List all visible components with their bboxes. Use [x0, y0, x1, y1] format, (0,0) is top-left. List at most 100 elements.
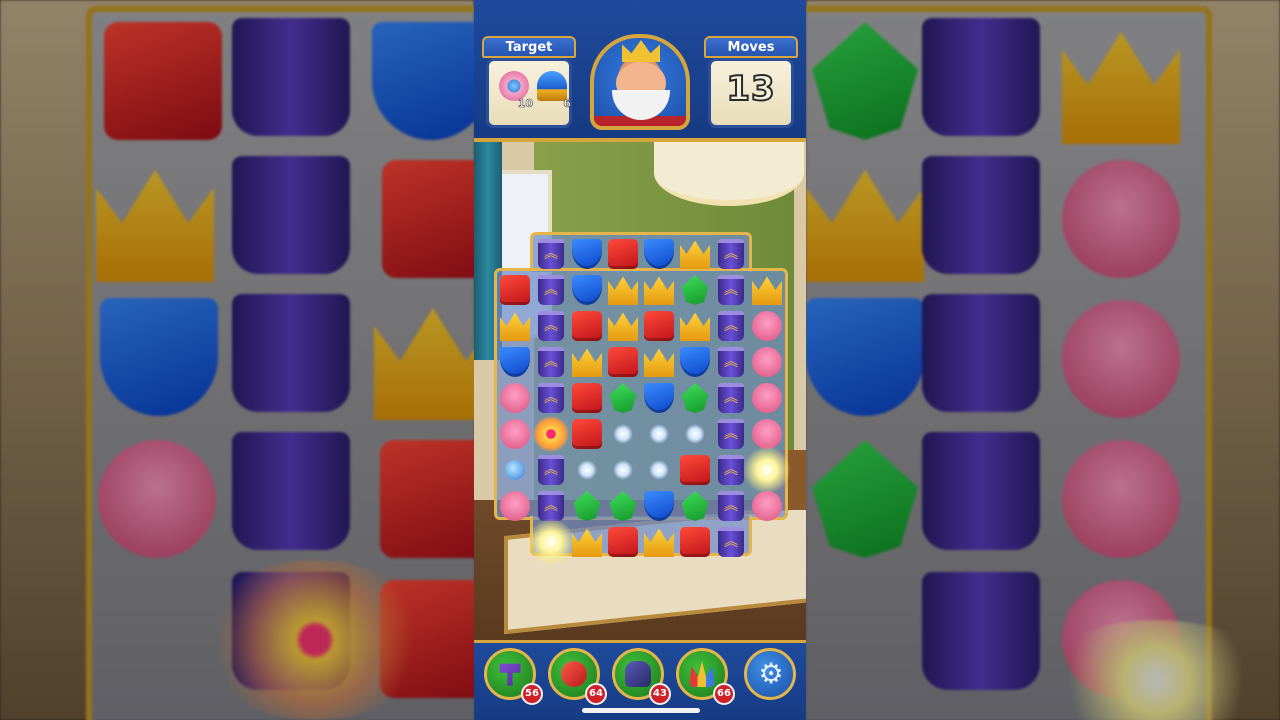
board-cell[interactable]	[713, 380, 749, 416]
bg-red-block	[382, 160, 474, 278]
board-cell[interactable]	[569, 452, 605, 488]
home-indicator[interactable]	[582, 708, 700, 713]
board-cell[interactable]	[641, 308, 677, 344]
board-cell[interactable]	[605, 488, 641, 524]
board-cell[interactable]	[641, 236, 677, 272]
board-cell[interactable]	[713, 416, 749, 452]
target-count-2: 6	[563, 97, 571, 111]
jester-hat-booster-icon	[689, 661, 715, 687]
cannon-booster-icon	[625, 661, 651, 687]
board-cell[interactable]	[743, 446, 791, 494]
moves-box: 13	[708, 58, 794, 128]
hammer-booster-button[interactable]: 56	[484, 648, 543, 705]
pink-shell-tile	[752, 311, 782, 341]
bg-red-block	[380, 440, 474, 558]
board-cell[interactable]	[605, 452, 641, 488]
board-cell[interactable]	[749, 488, 785, 524]
board-cell[interactable]	[713, 524, 749, 560]
board-cell[interactable]	[749, 272, 785, 308]
board-cell[interactable]	[641, 488, 677, 524]
red-block-tile	[644, 311, 674, 341]
board-cell[interactable]	[605, 272, 641, 308]
board-cell[interactable]	[497, 344, 533, 380]
board-cell[interactable]	[497, 380, 533, 416]
board-cell[interactable]	[713, 344, 749, 380]
board-cell[interactable]	[533, 272, 569, 308]
bg-purple-pot	[232, 18, 350, 136]
board-cell[interactable]	[569, 272, 605, 308]
red-block-tile	[608, 239, 638, 269]
board-cell[interactable]	[569, 308, 605, 344]
board-cell[interactable]	[641, 524, 677, 560]
board-cell[interactable]	[641, 452, 677, 488]
board-cell[interactable]	[677, 308, 713, 344]
board-cell[interactable]	[497, 308, 533, 344]
board-cell[interactable]	[605, 416, 641, 452]
board-cell[interactable]	[533, 452, 569, 488]
arrow-booster-button[interactable]: 64	[548, 648, 607, 705]
game-board[interactable]	[494, 232, 791, 566]
board-cell[interactable]	[677, 380, 713, 416]
board-cell[interactable]	[605, 380, 641, 416]
board-cell[interactable]	[569, 488, 605, 524]
gold-crown-tile	[644, 528, 674, 557]
king-avatar	[590, 34, 690, 130]
bg-pink-shell	[98, 440, 216, 558]
level-header: Target 10 6 Moves 13	[474, 0, 806, 142]
board-cell[interactable]	[497, 416, 533, 452]
bg-pink-shell	[1062, 440, 1180, 558]
purple-pot-obstacle	[718, 347, 744, 377]
board-cell[interactable]	[527, 518, 575, 566]
board-cell[interactable]	[713, 236, 749, 272]
moves-panel: Moves 13	[704, 36, 798, 132]
board-cell[interactable]	[641, 380, 677, 416]
pink-shell-tile	[752, 419, 782, 449]
booster-count: 43	[649, 683, 671, 705]
board-cell[interactable]	[605, 524, 641, 560]
board-cell[interactable]	[497, 452, 533, 488]
board-cell[interactable]	[641, 344, 677, 380]
board-cell[interactable]	[533, 344, 569, 380]
pink-shell-tile	[752, 347, 782, 377]
board-cell[interactable]	[569, 524, 605, 560]
board-cell[interactable]	[677, 236, 713, 272]
board-cell[interactable]	[713, 488, 749, 524]
board-cell[interactable]	[677, 416, 713, 452]
board-cell[interactable]	[533, 416, 569, 452]
board-cell[interactable]	[533, 308, 569, 344]
board-cell[interactable]	[677, 344, 713, 380]
settings-button[interactable]: ⚙	[744, 648, 796, 700]
board-cell[interactable]	[677, 452, 713, 488]
board-cell[interactable]	[713, 308, 749, 344]
jester-hat-booster-button[interactable]: 66	[676, 648, 735, 705]
board-cell[interactable]	[677, 524, 713, 560]
board-cell[interactable]	[605, 236, 641, 272]
board-cell[interactable]	[569, 344, 605, 380]
board-cell[interactable]	[749, 344, 785, 380]
board-cell[interactable]	[533, 236, 569, 272]
board-cell[interactable]	[641, 272, 677, 308]
pink-shell-tile	[752, 383, 782, 413]
board-cell[interactable]	[497, 488, 533, 524]
board-cell[interactable]	[677, 488, 713, 524]
board-cell[interactable]	[641, 416, 677, 452]
board-cell[interactable]	[533, 380, 569, 416]
booster-count: 66	[713, 683, 735, 705]
board-cell[interactable]	[749, 380, 785, 416]
gold-crown-tile	[572, 348, 602, 377]
blue-shield-tile	[644, 491, 674, 521]
board-cell[interactable]	[749, 308, 785, 344]
ice-shard-effect	[649, 460, 669, 480]
board-cell[interactable]	[677, 272, 713, 308]
board-cell[interactable]	[605, 344, 641, 380]
cannon-booster-button[interactable]: 43	[612, 648, 671, 705]
board-cell[interactable]	[569, 380, 605, 416]
board-cell[interactable]	[569, 236, 605, 272]
bg-purple-pot	[922, 294, 1040, 412]
blue-shield-tile	[680, 347, 710, 377]
board-cell[interactable]	[605, 308, 641, 344]
board-cell[interactable]	[713, 272, 749, 308]
board-cell[interactable]	[497, 272, 533, 308]
board-cell[interactable]	[569, 416, 605, 452]
gold-crown-tile	[608, 276, 638, 305]
